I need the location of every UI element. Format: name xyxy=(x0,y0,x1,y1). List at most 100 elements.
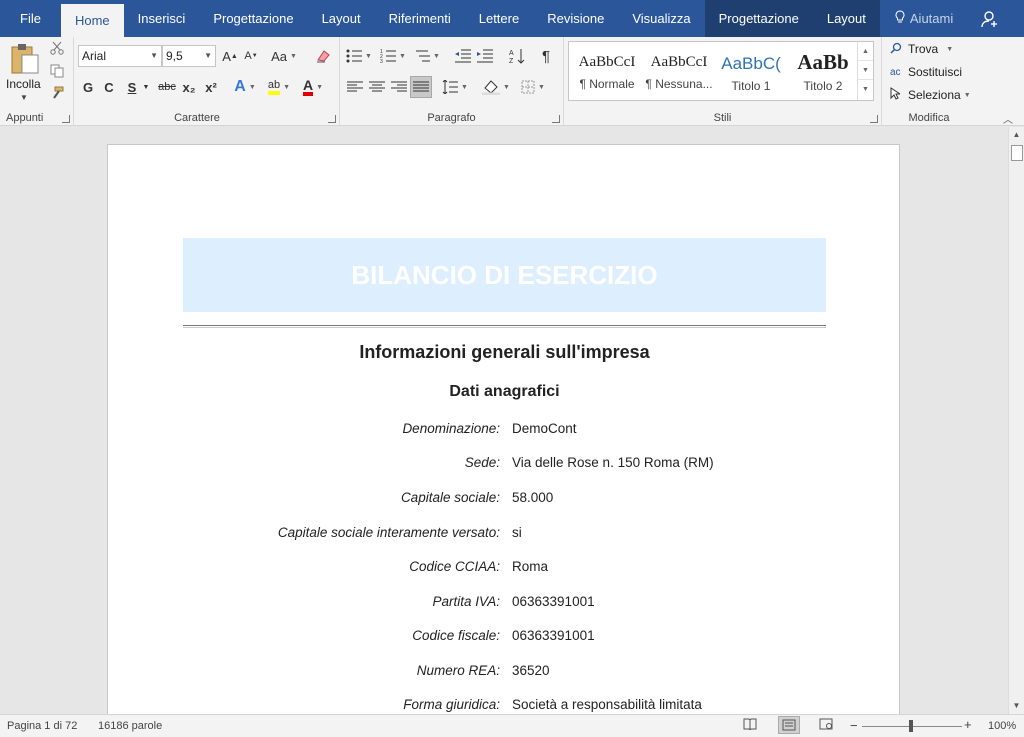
print-layout-icon[interactable] xyxy=(778,716,800,734)
lightbulb-icon xyxy=(894,10,906,27)
style-no-spacing[interactable]: AaBbCcI ¶ Nessuna... xyxy=(643,42,715,100)
bold-button[interactable]: G xyxy=(80,76,96,98)
scroll-down-icon[interactable]: ▼ xyxy=(1009,698,1024,714)
tab-design[interactable]: Progettazione xyxy=(199,0,307,37)
tab-layout[interactable]: Layout xyxy=(308,0,375,37)
shrink-font-button[interactable]: A ▼ xyxy=(242,45,260,67)
word-count[interactable]: 16186 parole xyxy=(98,720,162,732)
field-row: Sede: Via delle Rose n. 150 Roma (RM) xyxy=(183,455,826,473)
highlight-button[interactable]: ab ▼ xyxy=(264,76,294,98)
underline-button[interactable]: S xyxy=(123,76,141,98)
page-count[interactable]: Pagina 1 di 72 xyxy=(7,720,77,732)
font-size-combo[interactable]: 9,5 ▼ xyxy=(162,45,216,67)
document-page[interactable]: BILANCIO DI ESERCIZIO Informazioni gener… xyxy=(107,144,900,714)
style-normal[interactable]: AaBbCcI ¶ Normale xyxy=(571,42,643,100)
chevron-down-icon: ▼ xyxy=(204,51,212,60)
copy-icon[interactable] xyxy=(50,64,66,78)
align-center-icon[interactable] xyxy=(366,76,388,98)
gallery-down-icon[interactable]: ▼ xyxy=(858,61,873,80)
justify-icon[interactable] xyxy=(410,76,432,98)
underline-dropdown-icon[interactable]: ▼ xyxy=(141,76,151,98)
clear-formatting-icon[interactable] xyxy=(312,45,334,67)
borders-button[interactable]: ▼ xyxy=(516,76,550,98)
select-button[interactable]: Seleziona ▼ xyxy=(890,85,971,105)
sort-icon[interactable]: AZ xyxy=(506,45,528,67)
paste-dropdown-icon[interactable]: ▼ xyxy=(20,93,28,102)
numbering-button[interactable]: 1 2 3 ▼ xyxy=(378,45,408,67)
scrollbar-thumb[interactable] xyxy=(1011,145,1023,161)
format-painter-icon[interactable] xyxy=(50,86,66,100)
style-sample: AaBbCcI xyxy=(650,54,708,70)
find-button[interactable]: Trova ▼ xyxy=(890,39,953,59)
group-label-font: Carattere xyxy=(174,112,220,124)
field-value: DemoCont xyxy=(512,421,577,436)
zoom-slider-thumb[interactable] xyxy=(909,720,913,732)
tab-table-design[interactable]: Progettazione xyxy=(704,0,813,37)
zoom-out-icon[interactable]: − xyxy=(850,718,858,733)
field-label: Partita IVA: xyxy=(432,594,500,609)
cut-icon[interactable] xyxy=(50,41,66,55)
status-bar: Pagina 1 di 72 16186 parole − + 100% xyxy=(0,714,1024,737)
tab-references[interactable]: Riferimenti xyxy=(375,0,465,37)
shading-button[interactable]: ▼ xyxy=(480,76,512,98)
section-heading: Informazioni generali sull'impresa xyxy=(359,342,650,362)
font-color-button[interactable]: A ▼ xyxy=(298,76,328,98)
superscript-button[interactable]: x² xyxy=(202,76,220,98)
web-layout-icon[interactable] xyxy=(819,718,833,733)
tab-table-layout[interactable]: Layout xyxy=(812,0,880,37)
style-heading-2[interactable]: AaBb Titolo 2 xyxy=(787,42,859,100)
vertical-scrollbar[interactable]: ▲ ▼ xyxy=(1008,127,1024,714)
paragraph-launcher-icon[interactable] xyxy=(552,115,560,123)
tab-file[interactable]: File xyxy=(0,0,61,37)
account-icon[interactable] xyxy=(967,10,1013,28)
tab-view[interactable]: Visualizza xyxy=(618,0,704,37)
field-row: Codice fiscale: 06363391001 xyxy=(183,628,826,646)
line-spacing-button[interactable]: ▼ xyxy=(440,76,470,98)
field-row: Capitale sociale: 58.000 xyxy=(183,490,826,508)
align-right-icon[interactable] xyxy=(388,76,410,98)
font-launcher-icon[interactable] xyxy=(328,115,336,123)
tab-insert[interactable]: Inserisci xyxy=(124,0,200,37)
tab-review[interactable]: Revisione xyxy=(533,0,618,37)
zoom-level[interactable]: 100% xyxy=(988,720,1016,732)
field-label: Codice fiscale: xyxy=(412,628,500,643)
tell-me-box[interactable]: Aiutami xyxy=(880,0,967,37)
group-label-paragraph: Paragrafo xyxy=(427,112,476,124)
gallery-up-icon[interactable]: ▲ xyxy=(858,42,873,61)
subscript-button[interactable]: x₂ xyxy=(180,76,198,98)
gallery-more-icon[interactable]: ▼ xyxy=(858,80,873,99)
bullets-button[interactable]: ▼ xyxy=(344,45,374,67)
tab-mailings[interactable]: Lettere xyxy=(465,0,533,37)
replace-button[interactable]: ac Sostituisci xyxy=(890,62,962,82)
align-left-icon[interactable] xyxy=(344,76,366,98)
grow-font-button[interactable]: A ▲ xyxy=(220,45,240,67)
read-mode-icon[interactable] xyxy=(743,718,757,733)
comments-icon[interactable] xyxy=(1013,11,1024,27)
field-value: Roma xyxy=(512,559,549,574)
text-effects-button[interactable]: A ▼ xyxy=(230,76,260,98)
strikethrough-button[interactable]: abc xyxy=(156,76,178,98)
document-area: BILANCIO DI ESERCIZIO Informazioni gener… xyxy=(0,127,1008,714)
cursor-arrow-icon xyxy=(890,87,908,103)
change-case-button[interactable]: Aa ▼ xyxy=(268,45,300,67)
styles-launcher-icon[interactable] xyxy=(870,115,878,123)
decrease-indent-icon[interactable] xyxy=(452,45,474,67)
zoom-in-icon[interactable]: + xyxy=(964,717,972,732)
scroll-up-icon[interactable]: ▲ xyxy=(1009,127,1024,143)
tab-home[interactable]: Home xyxy=(60,4,124,37)
collapse-ribbon-icon[interactable]: ︿ xyxy=(1003,111,1013,126)
paste-icon[interactable] xyxy=(10,43,40,75)
style-heading-1[interactable]: AaBbC( Titolo 1 xyxy=(715,42,787,100)
paste-label[interactable]: Incolla xyxy=(6,77,41,91)
show-formatting-icon[interactable]: ¶ xyxy=(536,45,556,67)
field-row: Capitale sociale interamente versato: si xyxy=(183,525,826,543)
svg-text:A: A xyxy=(509,50,514,57)
style-name: ¶ Nessuna... xyxy=(645,77,713,91)
increase-indent-icon[interactable] xyxy=(474,45,496,67)
clipboard-launcher-icon[interactable] xyxy=(62,115,70,123)
style-sample: AaBbC( xyxy=(721,54,781,73)
font-name-combo[interactable]: Arial ▼ xyxy=(78,45,162,67)
italic-button[interactable]: C xyxy=(101,76,117,98)
search-icon xyxy=(890,42,908,57)
multilevel-list-button[interactable]: ▼ xyxy=(412,45,442,67)
